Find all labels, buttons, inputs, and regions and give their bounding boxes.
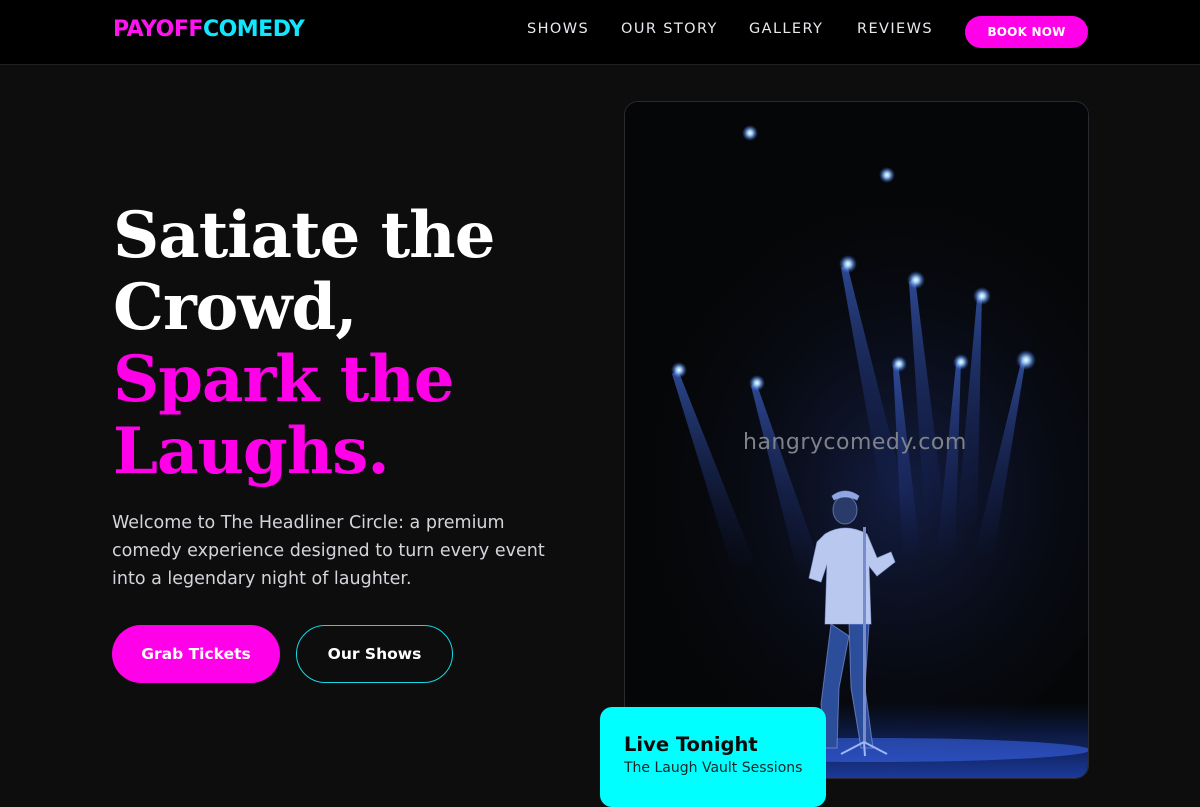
brand-name-part1: PAYOFF [113, 17, 203, 42]
hero-photo-card: hangrycomedy.com [624, 101, 1089, 779]
hero-description: Welcome to The Headliner Circle: a premi… [112, 513, 545, 589]
grab-tickets-button[interactable]: Grab Tickets [112, 625, 280, 683]
nav-link-reviews[interactable]: REVIEWS [857, 21, 933, 37]
top-navbar: PAYOFFCOMEDY SHOWS OUR STORY GALLERY REV… [0, 0, 1200, 65]
brand-name-part2: COMEDY [202, 17, 305, 42]
hero-headline: Satiate the Crowd, Spark the Laughs. [113, 200, 593, 488]
nav-link-gallery[interactable]: GALLERY [749, 21, 823, 37]
brand-logo[interactable]: PAYOFFCOMEDY [113, 17, 305, 42]
live-card-subtitle: The Laugh Vault Sessions [624, 760, 803, 776]
live-card-title: Live Tonight [624, 733, 758, 756]
headline-line-1: Satiate the [113, 198, 495, 273]
nav-link-our-story[interactable]: OUR STORY [621, 21, 718, 37]
book-now-button[interactable]: BOOK NOW [965, 16, 1088, 48]
photo-watermark: hangrycomedy.com [743, 430, 967, 455]
live-tonight-card[interactable]: Live Tonight The Laugh Vault Sessions [600, 707, 826, 807]
headline-line-4: Laughs. [113, 414, 390, 489]
headline-line-2: Crowd, [113, 270, 357, 345]
our-shows-button[interactable]: Our Shows [296, 625, 453, 683]
headline-line-3: Spark the [113, 342, 455, 417]
nav-link-shows[interactable]: SHOWS [527, 21, 589, 37]
